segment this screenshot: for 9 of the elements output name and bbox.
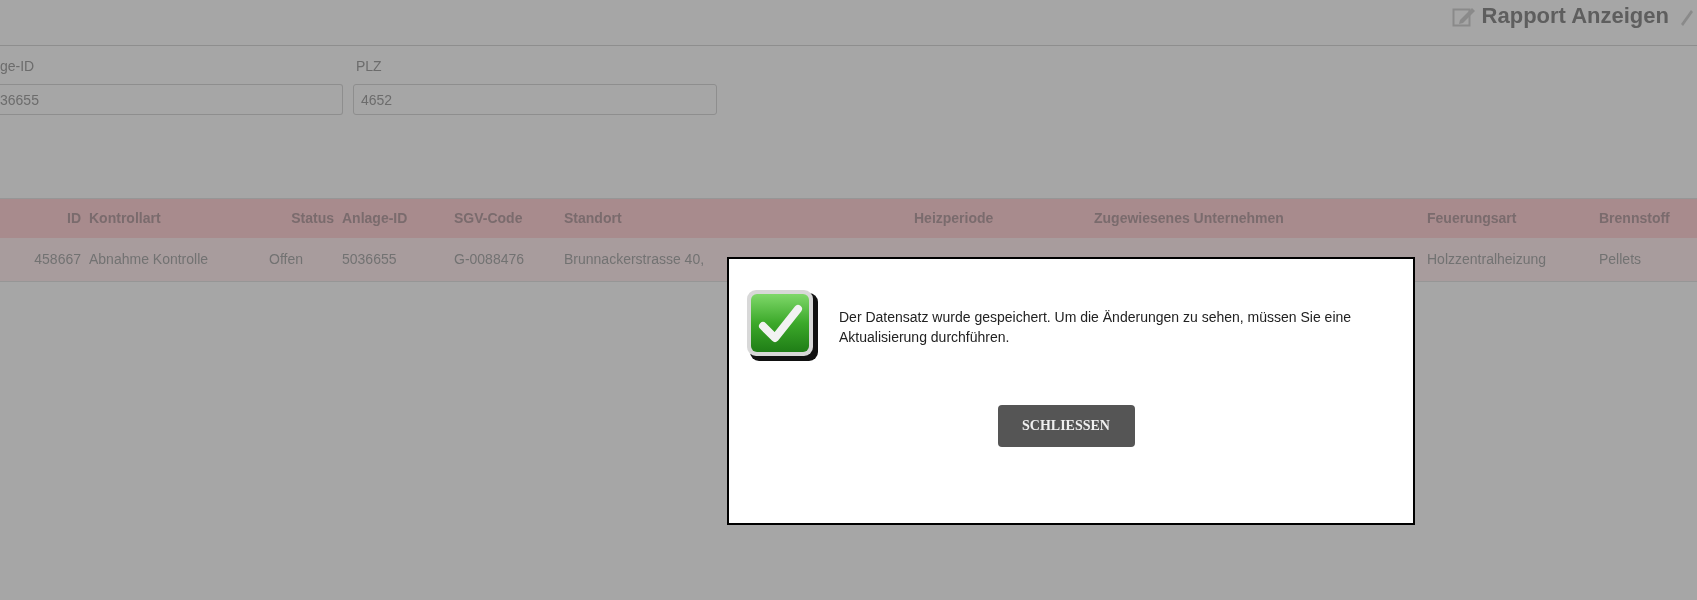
edit-icon [1451, 5, 1476, 27]
dialog-message: Der Datensatz wurde gespeichert. Um die Änderungen zu sehen, müssen Sie eine Aktualisierung durchführen. [839, 308, 1353, 347]
field-label: ge-ID [0, 58, 36, 74]
input-field[interactable]: 4652 [353, 84, 717, 115]
close-button[interactable]: SCHLIESSEN [997, 405, 1135, 447]
input-field[interactable]: 36655 [0, 84, 343, 115]
checkmark-icon [746, 289, 818, 361]
report-button[interactable]: Rapport Anzeigen [1451, 0, 1669, 32]
field-label: PLZ [355, 58, 383, 74]
